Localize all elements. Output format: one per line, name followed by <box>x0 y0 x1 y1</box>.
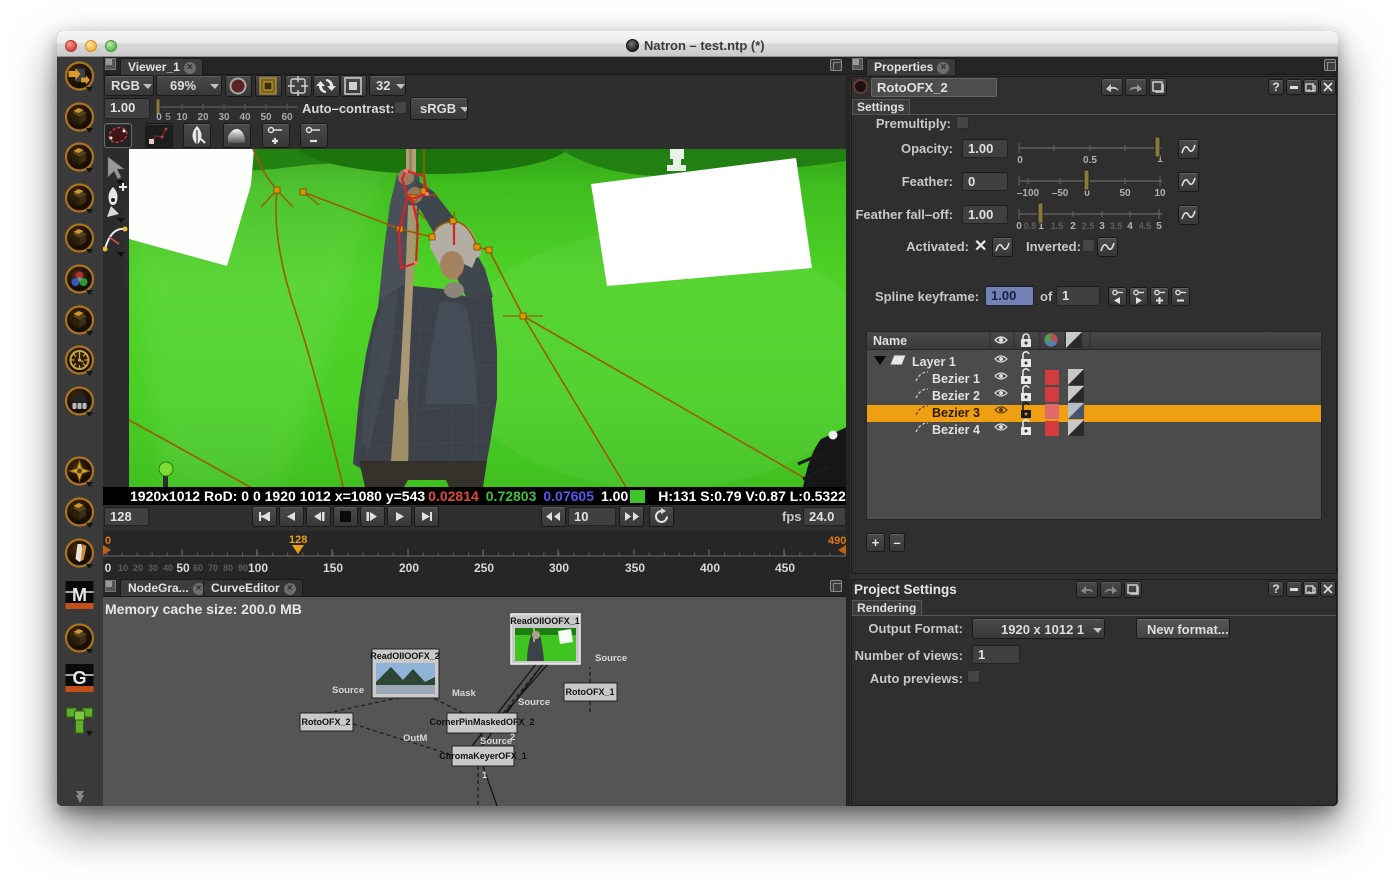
svg-text:G: G <box>72 668 86 688</box>
svg-text:60: 60 <box>193 563 203 573</box>
svg-text:Bezier 1: Bezier 1 <box>932 372 980 386</box>
svg-text:Source: Source <box>595 653 627 664</box>
svg-text:Layer 1: Layer 1 <box>912 355 956 369</box>
svg-text:450: 450 <box>775 561 795 575</box>
svg-text:20: 20 <box>197 112 209 122</box>
svg-text:10: 10 <box>176 112 188 122</box>
svg-text:Source: Source <box>332 685 364 696</box>
svg-text:RotoOFX_1: RotoOFX_1 <box>565 687 614 697</box>
svg-text:CornerPinMaskedOFX_2: CornerPinMaskedOFX_2 <box>429 717 534 727</box>
svg-text:1: 1 <box>482 770 488 781</box>
svg-text:490: 490 <box>828 535 846 547</box>
svg-text:ReadOIIOOFX_2: ReadOIIOOFX_2 <box>370 651 440 661</box>
svg-text:0: 0 <box>156 112 162 122</box>
svg-text:70: 70 <box>208 563 218 573</box>
svg-text:5: 5 <box>165 112 171 122</box>
svg-text:30: 30 <box>148 563 158 573</box>
svg-text:0: 0 <box>1017 155 1023 165</box>
svg-text:5: 5 <box>1156 221 1162 231</box>
svg-text:2: 2 <box>1070 221 1076 231</box>
svg-text:Memory cache size: 200.0 MB: Memory cache size: 200.0 MB <box>105 601 302 617</box>
svg-text:ChromaKeyerOFX_1: ChromaKeyerOFX_1 <box>439 751 527 761</box>
svg-text:Bezier 4: Bezier 4 <box>932 423 980 437</box>
svg-text:10: 10 <box>1154 188 1166 198</box>
svg-text:0.5: 0.5 <box>1083 155 1097 165</box>
svg-text:1.5: 1.5 <box>1051 221 1064 231</box>
svg-text:100: 100 <box>248 561 268 575</box>
svg-text:50: 50 <box>1119 188 1131 198</box>
svg-text:40: 40 <box>239 112 251 122</box>
svg-text:300: 300 <box>549 561 569 575</box>
svg-text:150: 150 <box>323 561 343 575</box>
svg-text:OutM: OutM <box>403 733 427 744</box>
svg-text:350: 350 <box>625 561 645 575</box>
svg-text:3.5: 3.5 <box>1110 221 1123 231</box>
svg-text:0.5: 0.5 <box>1024 221 1037 231</box>
svg-text:200: 200 <box>399 561 419 575</box>
svg-text:20: 20 <box>133 563 143 573</box>
svg-text:400: 400 <box>700 561 720 575</box>
svg-text:4.5: 4.5 <box>1139 221 1152 231</box>
svg-text:–100: –100 <box>1017 188 1040 198</box>
svg-text:M: M <box>72 585 87 605</box>
svg-text:250: 250 <box>474 561 494 575</box>
svg-text:90: 90 <box>238 563 248 573</box>
svg-text:0: 0 <box>1016 221 1022 231</box>
svg-text:2.5: 2.5 <box>1082 221 1095 231</box>
svg-text:4: 4 <box>1127 221 1133 231</box>
svg-text:RotoOFX_2: RotoOFX_2 <box>301 717 350 727</box>
svg-text:60: 60 <box>281 112 293 122</box>
svg-text:0: 0 <box>105 535 111 547</box>
svg-text:80: 80 <box>223 563 233 573</box>
svg-text:Bezier 3: Bezier 3 <box>932 406 980 420</box>
svg-text:50: 50 <box>260 112 272 122</box>
svg-text:10: 10 <box>118 563 128 573</box>
svg-text:Mask: Mask <box>452 688 476 699</box>
svg-text:0: 0 <box>105 561 112 575</box>
svg-text:Source: Source <box>518 697 550 708</box>
svg-text:3: 3 <box>1099 221 1105 231</box>
svg-text:ReadOIIOOFX_1: ReadOIIOOFX_1 <box>510 616 580 626</box>
svg-text:2: 2 <box>510 732 515 743</box>
svg-text:30: 30 <box>218 112 230 122</box>
svg-text:Source: Source <box>480 736 512 747</box>
svg-text:50: 50 <box>176 561 190 575</box>
svg-text:128: 128 <box>289 534 307 546</box>
svg-text:Bezier 2: Bezier 2 <box>932 389 980 403</box>
svg-text:40: 40 <box>163 563 173 573</box>
svg-text:–50: –50 <box>1052 188 1069 198</box>
svg-text:Name: Name <box>873 334 907 348</box>
